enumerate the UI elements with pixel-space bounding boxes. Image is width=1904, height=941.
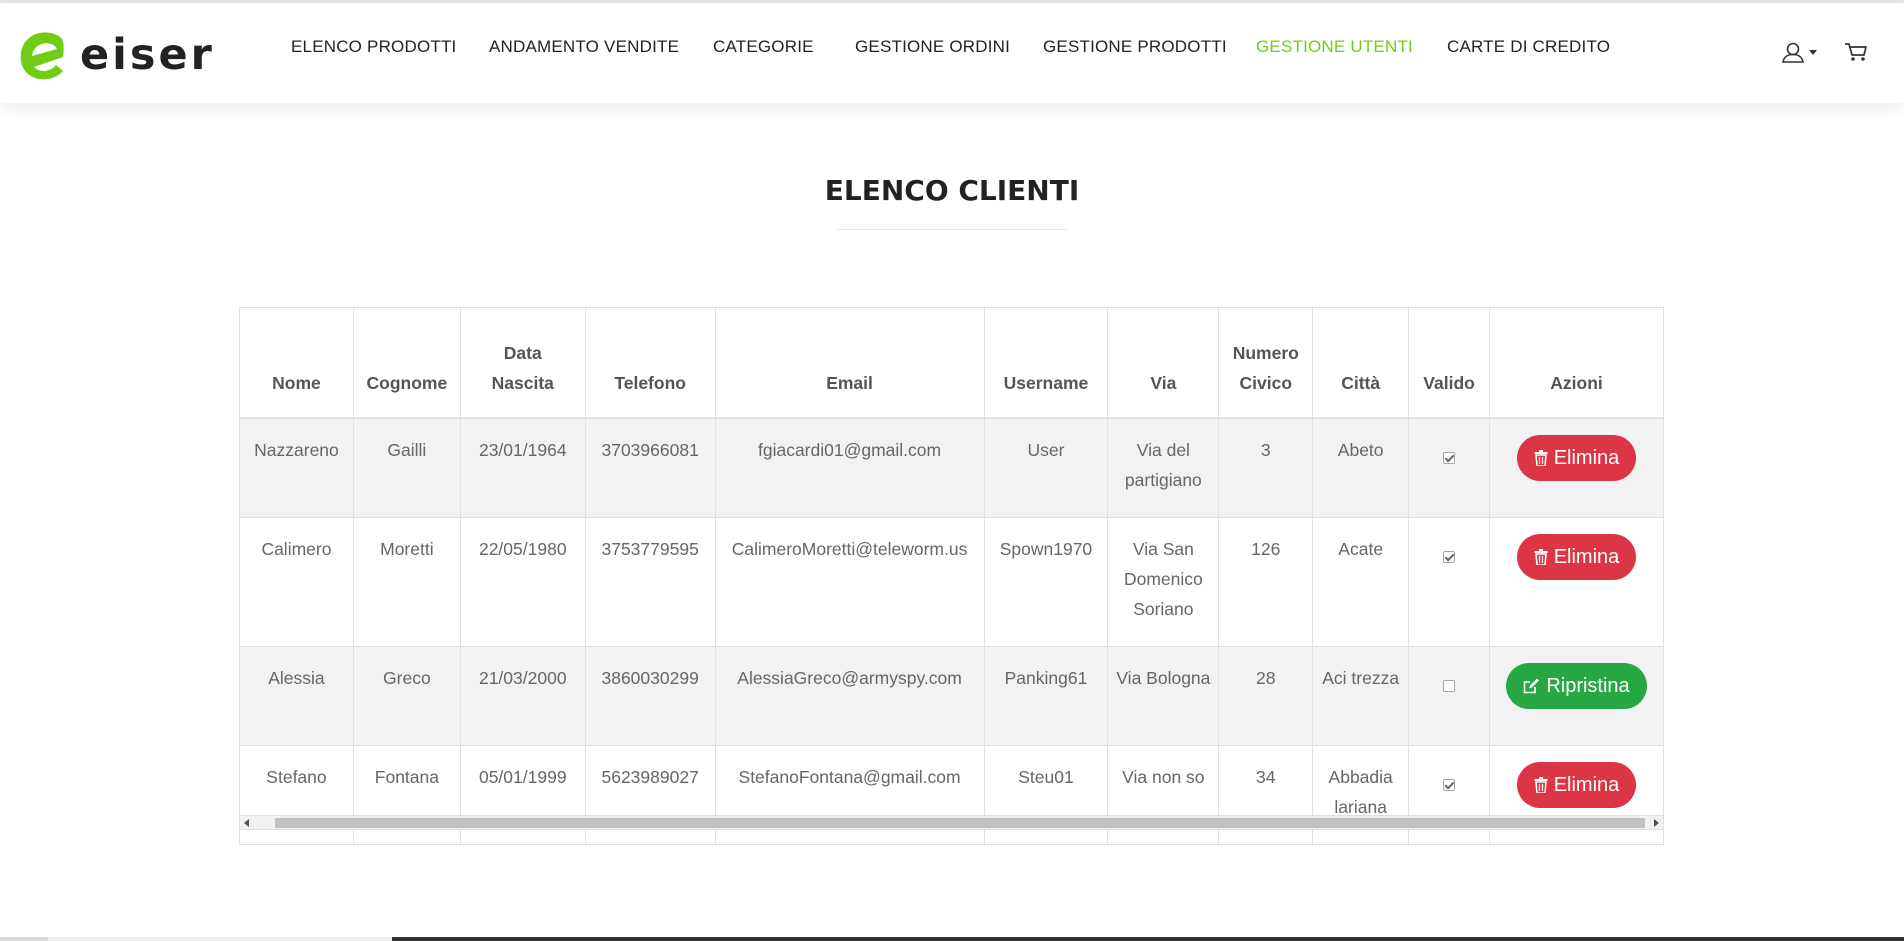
header-telefono: Telefono [584,307,716,419]
cell-username: Spown1970 [983,517,1109,647]
header-data-nascita: Data Nascita [459,307,586,419]
cell-nome: Calimero [239,517,354,647]
elimina-label: Elimina [1553,774,1620,796]
bottom-edge [0,937,1904,941]
nav-carte-di-credito[interactable]: CARTE DI CREDITO [1447,37,1610,57]
nav-gestione-ordini[interactable]: GESTIONE ORDINI [855,37,1010,57]
cart-button[interactable] [1844,41,1868,68]
scroll-left-arrow-icon[interactable] [244,819,249,827]
ripristina-button[interactable]: Ripristina [1506,663,1647,709]
trash-icon [1534,549,1548,565]
table-header-row: Nome Cognome Data Nascita Telefono Email … [239,307,1664,419]
clients-table-container: Nome Cognome Data Nascita Telefono Email … [239,307,1664,845]
cell-via: Via del partigiano [1107,417,1220,518]
table-row: Calimero Moretti 22/05/1980 3753779595 C… [239,517,1664,647]
cell-email: AlessiaGreco@armyspy.com [714,646,985,746]
horizontal-scrollbar[interactable] [239,815,1664,830]
elimina-button[interactable]: Elimina [1517,534,1636,580]
valido-checkbox[interactable] [1443,551,1456,563]
page-title: ELENCO CLIENTI [824,174,1080,207]
cell-citta: Aci trezza [1312,646,1410,746]
cart-icon [1845,43,1867,61]
trash-icon [1534,777,1548,793]
header-username: Username [983,307,1109,419]
valido-checkbox[interactable] [1443,452,1456,464]
cell-valido [1408,517,1491,647]
user-icon [1782,42,1817,63]
valido-checkbox[interactable] [1443,779,1456,791]
header-cognome: Cognome [352,307,461,419]
cell-nome: Alessia [239,646,354,746]
cell-telefono: 3753779595 [584,517,716,647]
scroll-right-arrow-icon[interactable] [1654,819,1659,827]
user-menu[interactable] [1781,41,1819,70]
nav-categorie[interactable]: CATEGORIE [713,37,814,57]
cell-nome: Nazzareno [239,417,354,518]
brand-logo[interactable]: eiser [18,29,215,81]
cell-azioni: Ripristina [1489,646,1664,746]
navbar: eiser ELENCO PRODOTTI ANDAMENTO VENDITE … [0,3,1904,103]
cell-username: User [983,417,1109,518]
cell-email: fgiacardi01@gmail.com [714,417,985,518]
scrollbar-thumb[interactable] [275,818,1645,828]
elimina-label: Elimina [1553,546,1620,568]
table-row: Alessia Greco 21/03/2000 3860030299 Ales… [239,646,1664,746]
header-via: Via [1107,307,1220,419]
cell-via: Via Bologna [1107,646,1220,746]
cell-numero-civico: 3 [1218,417,1314,518]
cell-data-nascita: 21/03/2000 [459,646,586,746]
cell-cognome: Gailli [352,417,461,518]
logo-e-icon [20,32,64,80]
trash-icon [1534,450,1548,466]
cell-citta: Acate [1312,517,1410,647]
header-azioni: Azioni [1489,307,1664,419]
cell-azioni: Elimina [1489,417,1664,518]
nav-gestione-prodotti[interactable]: GESTIONE PRODOTTI [1043,37,1227,57]
cell-email: CalimeroMoretti@teleworm.us [714,517,985,647]
cell-data-nascita: 22/05/1980 [459,517,586,647]
nav-elenco-prodotti[interactable]: ELENCO PRODOTTI [291,37,456,57]
header-valido: Valido [1408,307,1491,419]
header-citta: Città [1312,307,1410,419]
cell-via: Via San Domenico Soriano [1107,517,1220,647]
elimina-label: Elimina [1553,447,1620,469]
caret-down-icon [1809,50,1817,55]
valido-checkbox[interactable] [1443,680,1456,692]
header-nome: Nome [239,307,354,419]
cell-username: Panking61 [983,646,1109,746]
ripristina-label: Ripristina [1546,675,1630,697]
cell-citta: Abeto [1312,417,1410,518]
cell-cognome: Moretti [352,517,461,647]
edit-icon [1524,678,1540,694]
nav-andamento-vendite[interactable]: ANDAMENTO VENDITE [489,37,679,57]
cell-data-nascita: 23/01/1964 [459,417,586,518]
brand-name: eiser [80,29,215,80]
cell-azioni: Elimina [1489,517,1664,647]
elimina-button[interactable]: Elimina [1517,762,1636,808]
nav-gestione-utenti[interactable]: GESTIONE UTENTI [1256,37,1413,57]
header-email: Email [714,307,985,419]
clients-table: Nome Cognome Data Nascita Telefono Email … [239,307,1664,845]
cell-valido [1408,646,1491,746]
cell-telefono: 3703966081 [584,417,716,518]
cell-telefono: 3860030299 [584,646,716,746]
header-numero-civico: Numero Civico [1218,307,1314,419]
cell-numero-civico: 126 [1218,517,1314,647]
cell-cognome: Greco [352,646,461,746]
cell-numero-civico: 28 [1218,646,1314,746]
title-divider [837,229,1067,230]
elimina-button[interactable]: Elimina [1517,435,1636,481]
cell-valido [1408,417,1491,518]
table-row: Nazzareno Gailli 23/01/1964 3703966081 f… [239,417,1664,518]
